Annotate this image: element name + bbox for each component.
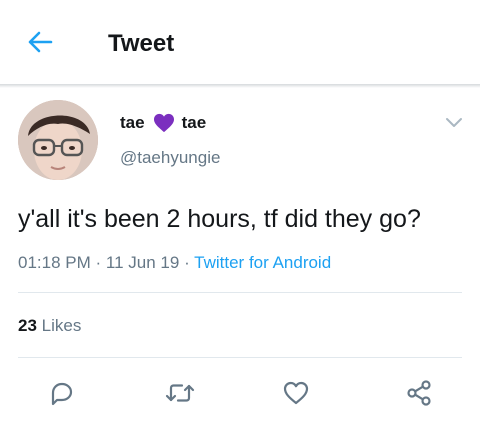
like-icon [283,381,309,405]
header-divider [0,84,480,88]
avatar[interactable] [18,100,98,180]
page-title: Tweet [108,30,175,57]
author-name-first: tae [120,113,145,132]
meta-separator: · [184,253,190,272]
back-button[interactable] [22,26,58,58]
tweet-text: y'all it's been 2 hours, tf did they go? [18,205,421,233]
likes-label: Likes [41,316,82,335]
author-handle[interactable]: @taehyungie [120,148,220,168]
share-button[interactable] [399,373,439,413]
chevron-down-icon [446,118,462,127]
divider [18,357,462,358]
author-name[interactable]: tae tae [120,113,206,133]
top-bar: Tweet [0,0,480,84]
author-name-second: tae [181,113,207,132]
tweet-source-link[interactable]: Twitter for Android [194,253,331,272]
tweet-menu-button[interactable] [444,114,464,130]
purple-heart-icon [153,113,175,133]
like-button[interactable] [276,373,316,413]
retweet-icon [165,384,195,402]
arrow-left-icon [28,31,53,53]
likes-count: 23 [18,316,37,335]
retweet-button[interactable] [160,373,200,413]
action-bar [0,373,480,413]
tweet-time: 01:18 PM [18,253,91,272]
likes-stat[interactable]: 23 Likes [18,316,81,336]
divider [18,292,462,293]
reply-button[interactable] [42,373,82,413]
tweet-date: 11 Jun 19 [105,253,180,272]
reply-icon [51,382,73,406]
share-icon [407,380,431,406]
meta-separator: · [95,253,102,272]
tweet-meta: 01:18 PM · 11 Jun 19 · Twitter for Andro… [18,253,331,273]
avatar-image [18,100,98,180]
